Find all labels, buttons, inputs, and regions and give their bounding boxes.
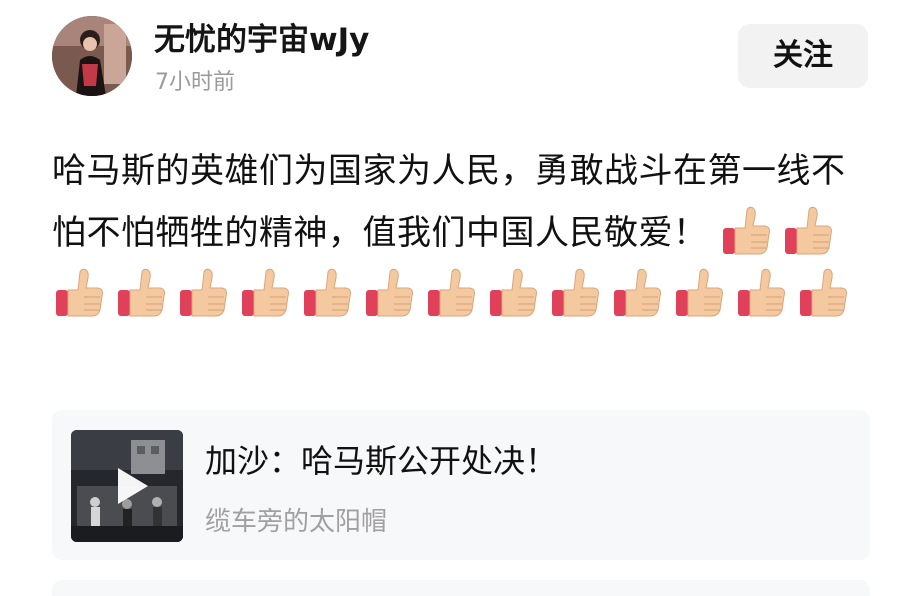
thumbs-up-icon xyxy=(176,266,230,320)
thumbs-up-icon xyxy=(734,266,788,320)
play-icon[interactable] xyxy=(108,464,152,508)
next-card-edge xyxy=(52,580,870,596)
thumbs-up-icon xyxy=(424,266,478,320)
thumbs-up-icon xyxy=(362,266,416,320)
thumbs-up-icon xyxy=(610,266,664,320)
post-timestamp: 7小时前 xyxy=(155,70,235,95)
follow-button[interactable]: 关注 xyxy=(738,24,868,88)
thumbs-up-icon xyxy=(672,266,726,320)
thumbs-up-icon xyxy=(719,204,773,258)
thumbs-up-icon xyxy=(548,266,602,320)
shared-video-title[interactable]: 加沙：哈马斯公开处决！ xyxy=(205,434,557,488)
shared-video-author[interactable]: 缆车旁的太阳帽 xyxy=(205,502,387,542)
thumbs-up-icon xyxy=(300,266,354,320)
thumbs-up-icon xyxy=(486,266,540,320)
thumbs-up-icon xyxy=(781,204,835,258)
avatar-photo-icon xyxy=(52,16,132,96)
thumbs-up-icon xyxy=(114,266,168,320)
thumbs-up-icon xyxy=(796,266,850,320)
shared-video-card[interactable]: 加沙：哈马斯公开处决！ 缆车旁的太阳帽 xyxy=(52,410,870,560)
post-body: 哈马斯的英雄们为国家为人民，勇敢战斗在第一线不怕不怕牺牲的精神，值我们中国人民敬… xyxy=(52,140,872,326)
username[interactable]: 无忧的宇宙wJy xyxy=(154,16,369,64)
thumbs-up-icon xyxy=(238,266,292,320)
avatar[interactable] xyxy=(52,16,132,96)
thumbs-up-icon xyxy=(52,266,106,320)
video-thumbnail[interactable] xyxy=(71,430,183,542)
post-header: 无忧的宇宙wJy 7小时前 关注 xyxy=(0,0,910,120)
